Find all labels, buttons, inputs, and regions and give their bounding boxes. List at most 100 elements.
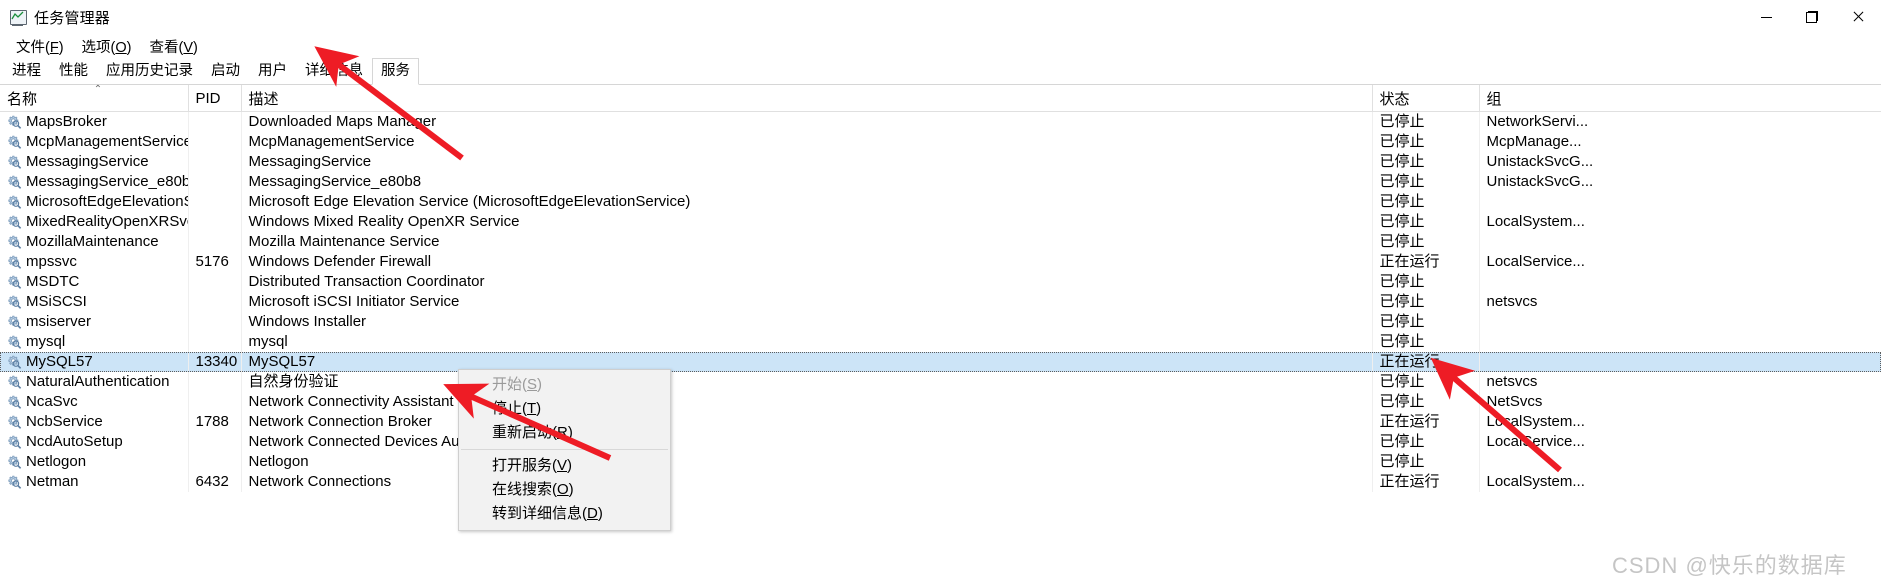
cell-description: mysql	[241, 332, 1373, 352]
cell-group: UnistackSvcG...	[1486, 153, 1594, 170]
cell-pid	[188, 212, 242, 232]
column-header-group[interactable]: 组	[1479, 85, 1881, 112]
cell-status: 正在运行	[1372, 252, 1480, 272]
window-controls	[1743, 0, 1881, 34]
service-icon	[7, 335, 22, 349]
cell-description: Windows Installer	[241, 312, 1373, 332]
cell-description: Microsoft iSCSI Initiator Service	[241, 292, 1373, 312]
cell-pid	[188, 272, 242, 292]
table-row[interactable]: NaturalAuthentication 自然身份验证 已停止 netsvcs	[0, 372, 1881, 392]
context-menu-item-2[interactable]: 停止(T)	[459, 397, 670, 421]
table-row[interactable]: MozillaMaintenance Mozilla Maintenance Se…	[0, 232, 1881, 252]
service-icon	[7, 275, 22, 289]
cell-group: netsvcs	[1486, 373, 1538, 390]
table-row[interactable]: msiserver Windows Installer 已停止	[0, 312, 1881, 332]
cell-name: msiserver	[0, 312, 189, 332]
minimize-button[interactable]	[1743, 0, 1789, 34]
cell-pid	[188, 232, 242, 252]
tab-startup[interactable]: 启动	[202, 58, 249, 84]
table-row[interactable]: MySQL57 13340 MySQL57 正在运行	[0, 352, 1881, 372]
tab-app-history[interactable]: 应用历史记录	[97, 58, 202, 84]
service-name: MapsBroker	[26, 113, 107, 130]
table-row[interactable]: MSiSCSI Microsoft iSCSI Initiator Service…	[0, 292, 1881, 312]
menu-item-view[interactable]: 查看(V)	[141, 36, 207, 57]
table-row[interactable]: MicrosoftEdgeElevationS... Microsoft Edge…	[0, 192, 1881, 212]
tab-performance[interactable]: 性能	[50, 58, 97, 84]
cell-name: MessagingService	[0, 152, 189, 172]
cell-pid: 13340	[188, 352, 242, 372]
table-row[interactable]: NcbService 1788 Network Connection Broker 正…	[0, 412, 1881, 432]
context-menu-item-4[interactable]: 打开服务(V)	[459, 454, 670, 478]
context-menu-item-3[interactable]: 重新启动(R)	[459, 421, 670, 445]
title-bar: 任务管理器	[0, 0, 1881, 34]
table-row[interactable]: mpssvc 5176 Windows Defender Firewall 正在运行 L…	[0, 252, 1881, 272]
service-name: Netman	[26, 473, 79, 490]
cell-name: Netman	[0, 472, 189, 492]
service-name: MozillaMaintenance	[26, 233, 159, 250]
table-row[interactable]: MSDTC Distributed Transaction Coordinator…	[0, 272, 1881, 292]
cell-group	[1479, 232, 1881, 252]
cell-description: Netlogon	[241, 452, 1373, 472]
cell-pid	[188, 111, 242, 132]
cell-name: NcdAutoSetup	[0, 432, 189, 452]
cell-group	[1479, 272, 1881, 292]
cell-description: Distributed Transaction Coordinator	[241, 272, 1373, 292]
cell-group: LocalService...	[1486, 253, 1585, 270]
cell-name: MapsBroker	[0, 111, 189, 132]
table-row[interactable]: Netlogon Netlogon 已停止	[0, 452, 1881, 472]
service-icon	[7, 475, 22, 489]
table-row[interactable]: Netman 6432 Network Connections 正在运行 LocalSy…	[0, 472, 1881, 492]
service-name: MessagingService_e80b8	[26, 173, 188, 190]
table-row[interactable]: MessagingService MessagingService 已停止 Unist…	[0, 152, 1881, 172]
column-header-desc[interactable]: 描述	[241, 85, 1373, 112]
table-row[interactable]: McpManagementService McpManagementService…	[0, 132, 1881, 152]
close-button[interactable]	[1835, 0, 1881, 34]
table-header-row: 名称 ⌃ PID 描述 状态 组	[0, 85, 1881, 112]
cell-pid	[188, 132, 242, 152]
menu-item-file[interactable]: 文件(F)	[7, 36, 73, 57]
cell-status: 已停止	[1372, 292, 1480, 312]
menu-item-options[interactable]: 选项(O)	[73, 36, 141, 57]
cell-description: 自然身份验证	[241, 372, 1373, 392]
cell-group	[1479, 332, 1881, 352]
cell-name: MicrosoftEdgeElevationS...	[0, 192, 189, 212]
cell-pid	[188, 372, 242, 392]
service-icon	[7, 155, 22, 169]
cell-group: McpManage...	[1486, 133, 1582, 150]
cell-pid: 6432	[188, 472, 242, 492]
table-row[interactable]: NcaSvc Network Connectivity Assistant 已停止 N…	[0, 392, 1881, 412]
tab-users[interactable]: 用户	[249, 58, 296, 84]
context-menu-item-6[interactable]: 转到详细信息(D)	[459, 502, 670, 526]
tab-services[interactable]: 服务	[372, 58, 419, 85]
table-row[interactable]: mysql mysql 已停止	[0, 332, 1881, 352]
context-menu-item-5[interactable]: 在线搜索(O)	[459, 478, 670, 502]
cell-pid	[188, 452, 242, 472]
table-row[interactable]: NcdAutoSetup Network Connected Devices Au…	[0, 432, 1881, 452]
services-table-wrapper: 名称 ⌃ PID 描述 状态 组 MapsBroker Downloaded Ma…	[0, 85, 1881, 492]
cell-description: Windows Defender Firewall	[241, 252, 1373, 272]
column-header-name[interactable]: 名称 ⌃	[0, 85, 189, 112]
table-row[interactable]: MixedRealityOpenXRSvc Windows Mixed Reali…	[0, 212, 1881, 232]
cell-status: 已停止	[1372, 372, 1480, 392]
cell-description: McpManagementService	[241, 132, 1373, 152]
restore-button[interactable]	[1789, 0, 1835, 34]
service-name: mpssvc	[26, 253, 77, 270]
cell-group: UnistackSvcG...	[1486, 173, 1594, 190]
cell-group: LocalSystem...	[1486, 213, 1585, 230]
service-name: MessagingService	[26, 153, 149, 170]
column-header-status[interactable]: 状态	[1372, 85, 1480, 112]
table-row[interactable]: MessagingService_e80b8 MessagingService_e…	[0, 172, 1881, 192]
cell-name: Netlogon	[0, 452, 189, 472]
cell-name: mpssvc	[0, 252, 189, 272]
cell-group	[1479, 352, 1881, 372]
table-row[interactable]: MapsBroker Downloaded Maps Manager 已停止 Netw…	[0, 111, 1881, 132]
cell-pid	[188, 172, 242, 192]
cell-name: MSDTC	[0, 272, 189, 292]
service-name: NcbService	[26, 413, 103, 430]
cell-pid	[188, 392, 242, 412]
tab-details[interactable]: 详细信息	[296, 58, 372, 84]
cell-description: Network Connectivity Assistant	[241, 392, 1373, 412]
tab-processes[interactable]: 进程	[3, 58, 50, 84]
column-header-pid[interactable]: PID	[188, 85, 242, 112]
service-name: MixedRealityOpenXRSvc	[26, 213, 188, 230]
